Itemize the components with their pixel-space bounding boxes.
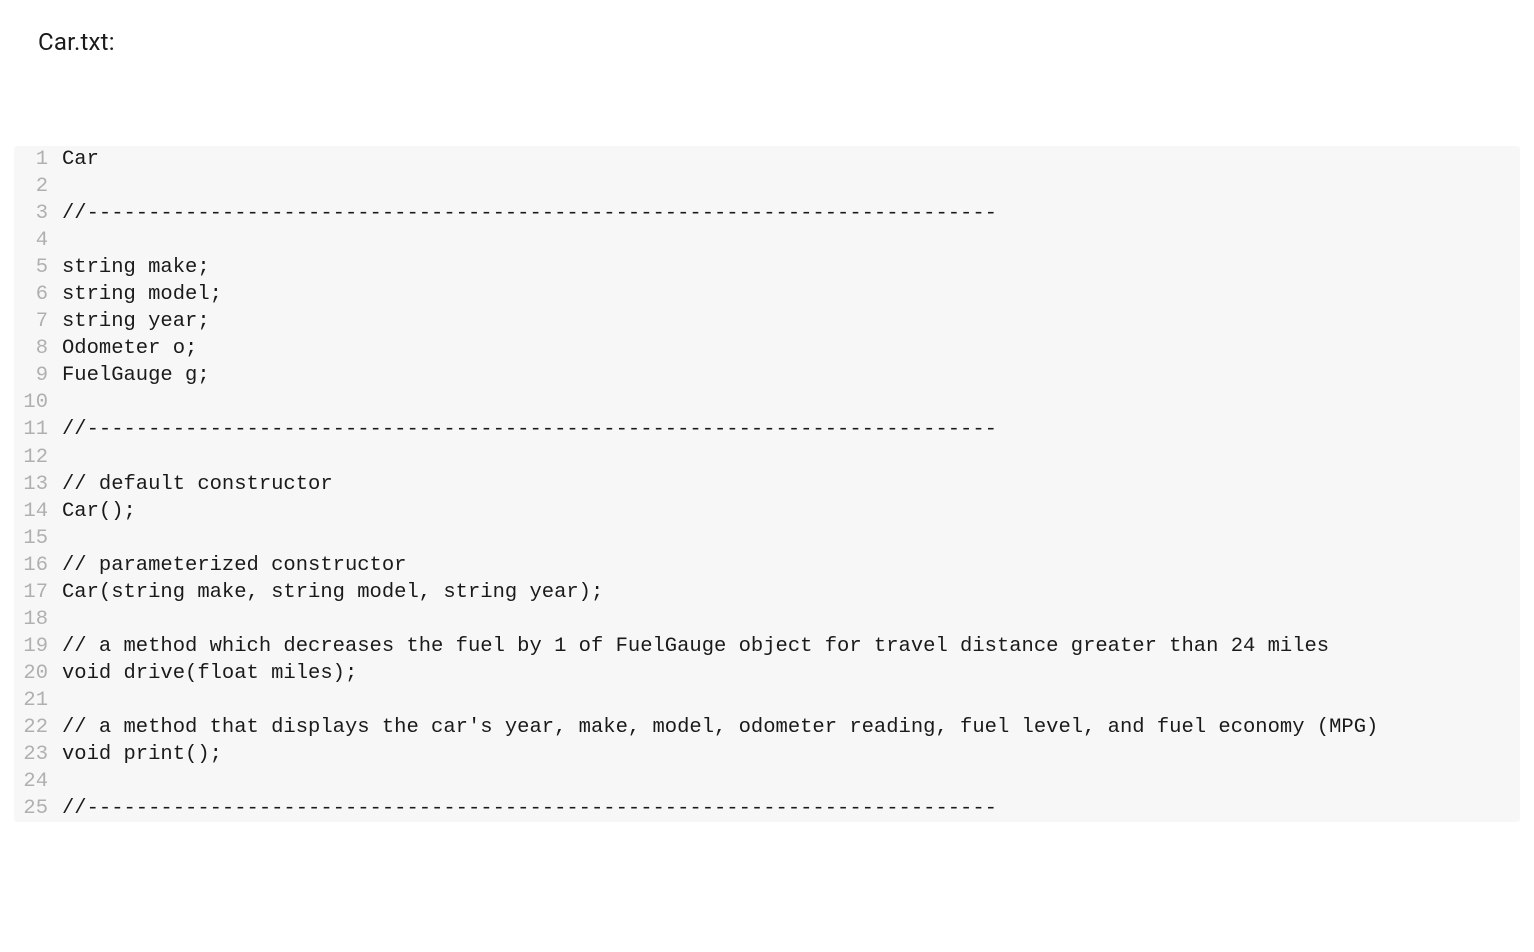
line-content: Car(string make, string model, string ye… <box>62 579 1520 606</box>
line-number: 2 <box>14 173 62 200</box>
line-number: 11 <box>14 416 62 443</box>
line-number: 23 <box>14 741 62 768</box>
line-content: //--------------------------------------… <box>62 795 1520 822</box>
code-row: 22// a method that displays the car's ye… <box>14 714 1520 741</box>
line-number: 20 <box>14 660 62 687</box>
code-row: 6string model; <box>14 281 1520 308</box>
line-number: 21 <box>14 687 62 714</box>
line-number: 16 <box>14 552 62 579</box>
line-number: 18 <box>14 606 62 633</box>
line-number: 12 <box>14 444 62 471</box>
code-row: 25//------------------------------------… <box>14 795 1520 822</box>
code-row: 19// a method which decreases the fuel b… <box>14 633 1520 660</box>
code-row: 13// default constructor <box>14 471 1520 498</box>
line-content: // a method which decreases the fuel by … <box>62 633 1520 660</box>
code-block: 1Car23//--------------------------------… <box>14 146 1520 822</box>
line-number: 19 <box>14 633 62 660</box>
line-content: Odometer o; <box>62 335 1520 362</box>
line-number: 4 <box>14 227 62 254</box>
line-content: Car <box>62 146 1520 173</box>
line-number: 7 <box>14 308 62 335</box>
code-row: 2 <box>14 173 1520 200</box>
code-row: 4 <box>14 227 1520 254</box>
line-content: // a method that displays the car's year… <box>62 714 1520 741</box>
line-number: 5 <box>14 254 62 281</box>
line-content: void print(); <box>62 741 1520 768</box>
line-number: 1 <box>14 146 62 173</box>
code-row: 23void print(); <box>14 741 1520 768</box>
code-row: 24 <box>14 768 1520 795</box>
line-number: 17 <box>14 579 62 606</box>
line-content: //--------------------------------------… <box>62 416 1520 443</box>
line-number: 8 <box>14 335 62 362</box>
code-row: 18 <box>14 606 1520 633</box>
line-number: 15 <box>14 525 62 552</box>
code-row: 21 <box>14 687 1520 714</box>
line-content: void drive(float miles); <box>62 660 1520 687</box>
line-number: 14 <box>14 498 62 525</box>
line-content: // default constructor <box>62 471 1520 498</box>
line-number: 13 <box>14 471 62 498</box>
code-row: 20void drive(float miles); <box>14 660 1520 687</box>
code-row: 3//-------------------------------------… <box>14 200 1520 227</box>
code-row: 11//------------------------------------… <box>14 416 1520 443</box>
line-content: FuelGauge g; <box>62 362 1520 389</box>
code-row: 15 <box>14 525 1520 552</box>
line-number: 10 <box>14 389 62 416</box>
line-content: string model; <box>62 281 1520 308</box>
line-content: //--------------------------------------… <box>62 200 1520 227</box>
line-content: Car(); <box>62 498 1520 525</box>
line-number: 9 <box>14 362 62 389</box>
code-row: 17Car(string make, string model, string … <box>14 579 1520 606</box>
line-content: string year; <box>62 308 1520 335</box>
line-content: // parameterized constructor <box>62 552 1520 579</box>
code-row: 5string make; <box>14 254 1520 281</box>
code-row: 7string year; <box>14 308 1520 335</box>
code-row: 16// parameterized constructor <box>14 552 1520 579</box>
code-row: 8Odometer o; <box>14 335 1520 362</box>
line-number: 6 <box>14 281 62 308</box>
line-content: string make; <box>62 254 1520 281</box>
line-number: 3 <box>14 200 62 227</box>
line-number: 24 <box>14 768 62 795</box>
line-number: 25 <box>14 795 62 822</box>
code-row: 10 <box>14 389 1520 416</box>
page-title: Car.txt: <box>0 0 1534 56</box>
code-row: 14Car(); <box>14 498 1520 525</box>
line-number: 22 <box>14 714 62 741</box>
code-row: 9FuelGauge g; <box>14 362 1520 389</box>
code-row: 12 <box>14 444 1520 471</box>
code-row: 1Car <box>14 146 1520 173</box>
